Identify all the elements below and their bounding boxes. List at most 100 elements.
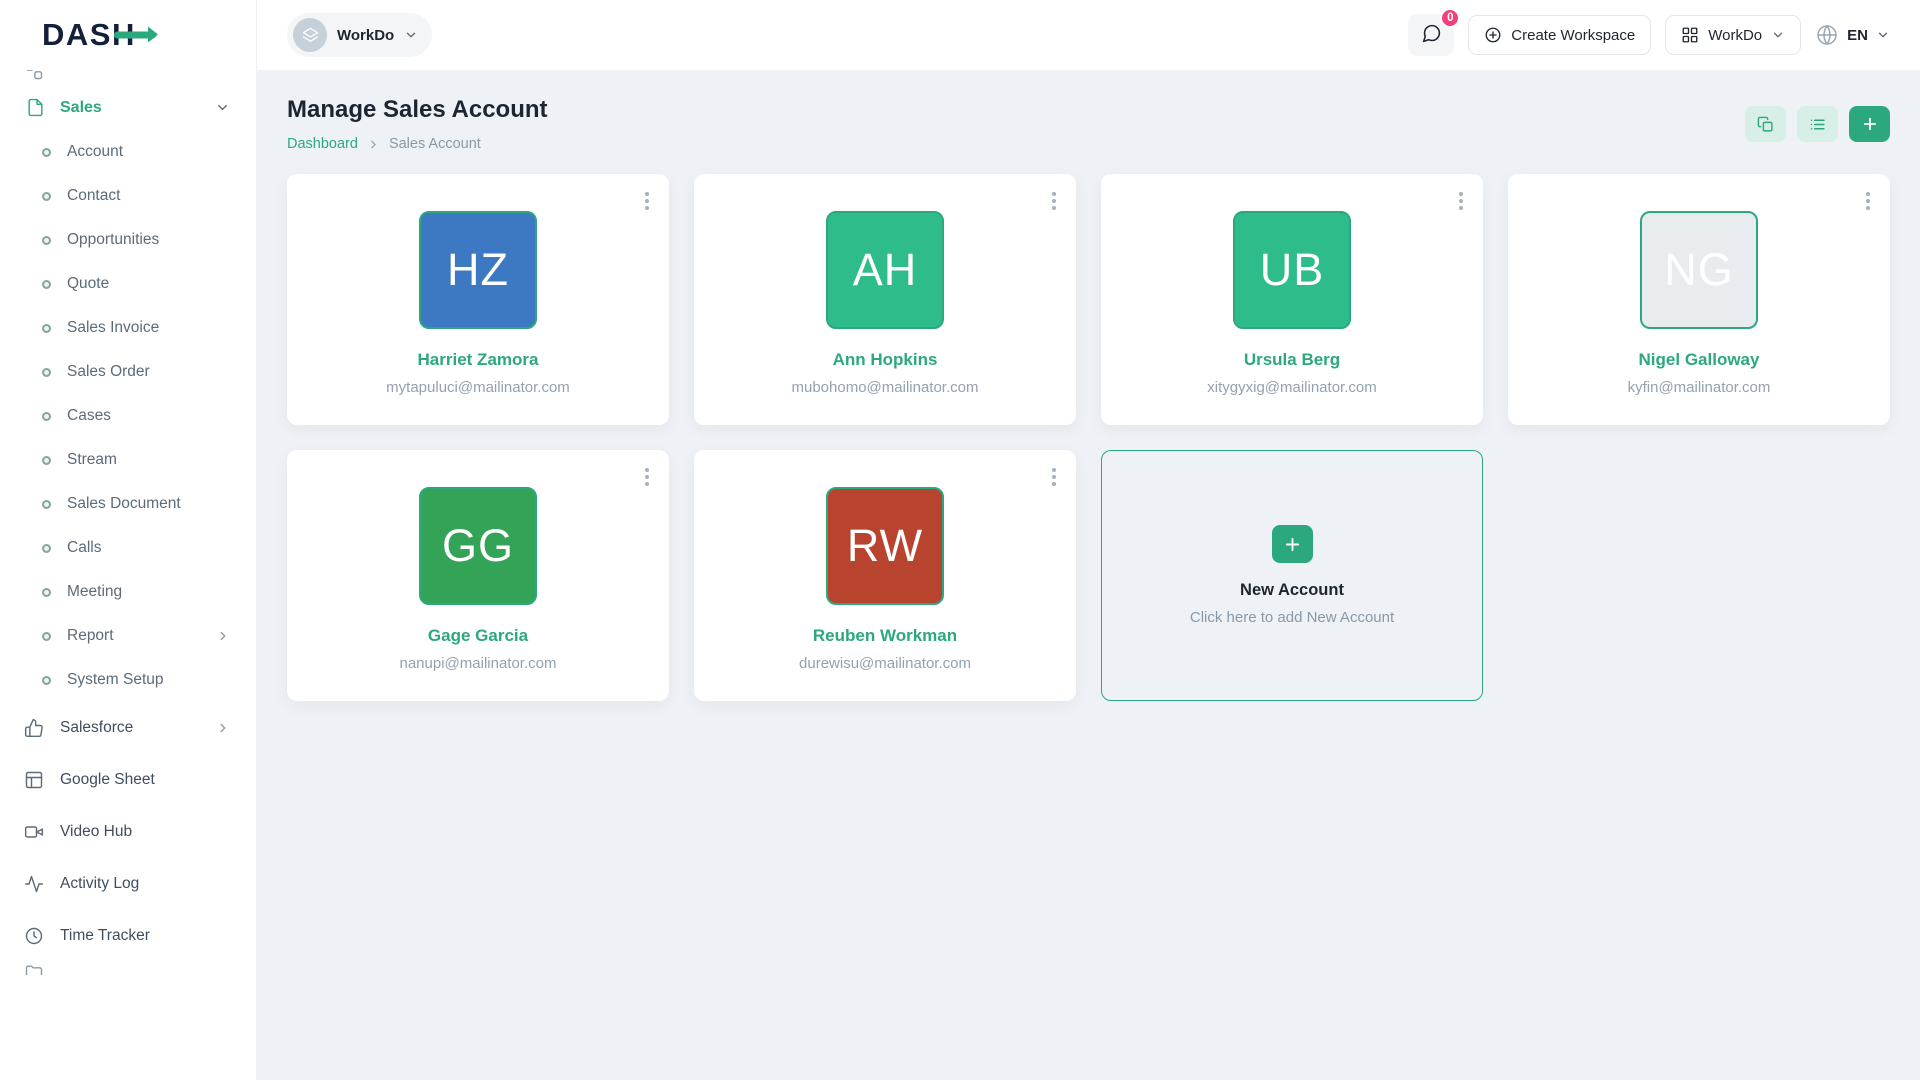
sidebar-item-time-tracker[interactable]: Time Tracker bbox=[18, 910, 238, 962]
workdo-menu-label: WorkDo bbox=[1708, 27, 1762, 44]
workspace-icon bbox=[293, 18, 327, 52]
create-workspace-label: Create Workspace bbox=[1511, 27, 1635, 44]
sidebar: DASH Sales Account Contac bbox=[0, 0, 257, 1080]
add-account-button[interactable] bbox=[1849, 106, 1890, 142]
kebab-menu-icon[interactable] bbox=[641, 188, 653, 214]
toolbar bbox=[1745, 106, 1890, 142]
dash-logo[interactable]: DASH bbox=[42, 17, 136, 53]
account-name[interactable]: Nigel Galloway bbox=[1639, 350, 1760, 370]
sidebar-item-report[interactable]: Report bbox=[18, 614, 238, 658]
sidebar-item-sales-order[interactable]: Sales Order bbox=[18, 350, 238, 394]
sidebar-item-label: Report bbox=[67, 627, 114, 645]
sidebar-nav: Sales Account Contact Opportunities Quot… bbox=[0, 70, 256, 1080]
sales-subnav: Account Contact Opportunities Quote Sale… bbox=[18, 130, 238, 702]
sidebar-item-partial-top[interactable] bbox=[24, 70, 238, 83]
circle-icon bbox=[42, 192, 51, 201]
sidebar-item-label: Time Tracker bbox=[60, 927, 150, 945]
sidebar-item-label: Opportunities bbox=[67, 231, 159, 249]
language-code: EN bbox=[1847, 27, 1868, 44]
folder-icon bbox=[24, 969, 44, 975]
account-card[interactable]: GG Gage Garcia nanupi@mailinator.com bbox=[287, 450, 669, 701]
sidebar-item-label: Google Sheet bbox=[60, 771, 155, 789]
new-account-subtitle: Click here to add New Account bbox=[1190, 609, 1394, 626]
kebab-menu-icon[interactable] bbox=[1455, 188, 1467, 214]
sidebar-item-label: Sales bbox=[60, 99, 102, 117]
thumbs-up-icon bbox=[24, 718, 44, 738]
sidebar-item-video-hub[interactable]: Video Hub bbox=[18, 806, 238, 858]
sidebar-item-opportunities[interactable]: Opportunities bbox=[18, 218, 238, 262]
page-header: Manage Sales Account Dashboard Sales Acc… bbox=[287, 96, 1890, 152]
sidebar-item-calls[interactable]: Calls bbox=[18, 526, 238, 570]
logo-green-dash bbox=[114, 32, 156, 39]
sidebar-item-contact[interactable]: Contact bbox=[18, 174, 238, 218]
main-column: WorkDo 0 Create Workspace bbox=[257, 0, 1920, 1080]
language-selector[interactable]: EN bbox=[1815, 23, 1890, 47]
export-button[interactable] bbox=[1745, 106, 1786, 142]
circle-icon bbox=[42, 676, 51, 685]
sidebar-item-label: Contact bbox=[67, 187, 120, 205]
sidebar-item-label: System Setup bbox=[67, 671, 164, 689]
sidebar-item-stream[interactable]: Stream bbox=[18, 438, 238, 482]
account-email: nanupi@mailinator.com bbox=[400, 655, 557, 672]
sidebar-item-sales-invoice[interactable]: Sales Invoice bbox=[18, 306, 238, 350]
sidebar-item-activity-log[interactable]: Activity Log bbox=[18, 858, 238, 910]
account-name[interactable]: Harriet Zamora bbox=[418, 350, 539, 370]
new-account-title: New Account bbox=[1240, 581, 1344, 600]
list-view-button[interactable] bbox=[1797, 106, 1838, 142]
kebab-menu-icon[interactable] bbox=[1048, 464, 1060, 490]
account-name[interactable]: Ursula Berg bbox=[1244, 350, 1340, 370]
new-account-card[interactable]: New Account Click here to add New Accoun… bbox=[1101, 450, 1483, 701]
sidebar-item-label: Sales Document bbox=[67, 495, 181, 513]
create-workspace-button[interactable]: Create Workspace bbox=[1468, 15, 1651, 55]
account-card[interactable]: UB Ursula Berg xitygyxig@mailinator.com bbox=[1101, 174, 1483, 425]
new-account-plus-button[interactable] bbox=[1272, 525, 1313, 563]
sidebar-item-account[interactable]: Account bbox=[18, 130, 238, 174]
avatar: NG bbox=[1640, 211, 1758, 329]
circle-icon bbox=[42, 500, 51, 509]
account-email: mytapuluci@mailinator.com bbox=[386, 379, 570, 396]
circle-icon bbox=[42, 632, 51, 641]
sidebar-item-quote[interactable]: Quote bbox=[18, 262, 238, 306]
sidebar-item-label: Calls bbox=[67, 539, 101, 557]
topbar-right: 0 Create Workspace WorkDo bbox=[1408, 14, 1890, 56]
kebab-menu-icon[interactable] bbox=[1048, 188, 1060, 214]
sidebar-item-partial-bottom[interactable] bbox=[24, 962, 238, 975]
file-icon bbox=[26, 98, 45, 117]
sidebar-item-cases[interactable]: Cases bbox=[18, 394, 238, 438]
chat-icon bbox=[1421, 23, 1442, 47]
account-name[interactable]: Reuben Workman bbox=[813, 626, 957, 646]
topbar: WorkDo 0 Create Workspace bbox=[257, 0, 1920, 70]
sidebar-item-salesforce[interactable]: Salesforce bbox=[18, 702, 238, 754]
chevron-down-icon bbox=[1771, 28, 1785, 42]
sidebar-item-system-setup[interactable]: System Setup bbox=[18, 658, 238, 702]
export-icon bbox=[1757, 116, 1774, 133]
sidebar-item-label: Salesforce bbox=[60, 719, 133, 737]
sidebar-item-label: Cases bbox=[67, 407, 111, 425]
sidebar-item-sales[interactable]: Sales bbox=[18, 85, 238, 130]
plus-icon bbox=[1861, 115, 1879, 133]
circle-icon bbox=[42, 456, 51, 465]
sidebar-item-google-sheet[interactable]: Google Sheet bbox=[18, 754, 238, 806]
messages-button[interactable]: 0 bbox=[1408, 14, 1454, 56]
account-card[interactable]: NG Nigel Galloway kyfin@mailinator.com bbox=[1508, 174, 1890, 425]
sidebar-item-label: Sales Order bbox=[67, 363, 150, 381]
account-name[interactable]: Ann Hopkins bbox=[833, 350, 938, 370]
breadcrumb-current: Sales Account bbox=[389, 136, 481, 152]
sidebar-item-meeting[interactable]: Meeting bbox=[18, 570, 238, 614]
sidebar-item-sales-document[interactable]: Sales Document bbox=[18, 482, 238, 526]
breadcrumb-dashboard-link[interactable]: Dashboard bbox=[287, 136, 358, 152]
circle-icon bbox=[42, 412, 51, 421]
logo-row: DASH bbox=[0, 0, 256, 70]
account-card[interactable]: RW Reuben Workman durewisu@mailinator.co… bbox=[694, 450, 1076, 701]
list-icon bbox=[1809, 116, 1826, 133]
workdo-menu-button[interactable]: WorkDo bbox=[1665, 15, 1801, 55]
kebab-menu-icon[interactable] bbox=[1862, 188, 1874, 214]
account-card[interactable]: HZ Harriet Zamora mytapuluci@mailinator.… bbox=[287, 174, 669, 425]
account-card[interactable]: AH Ann Hopkins mubohomo@mailinator.com bbox=[694, 174, 1076, 425]
circle-icon bbox=[42, 236, 51, 245]
workspace-selector[interactable]: WorkDo bbox=[287, 13, 432, 57]
sidebar-item-label: Sales Invoice bbox=[67, 319, 159, 337]
kebab-menu-icon[interactable] bbox=[641, 464, 653, 490]
circle-icon bbox=[42, 544, 51, 553]
account-name[interactable]: Gage Garcia bbox=[428, 626, 528, 646]
